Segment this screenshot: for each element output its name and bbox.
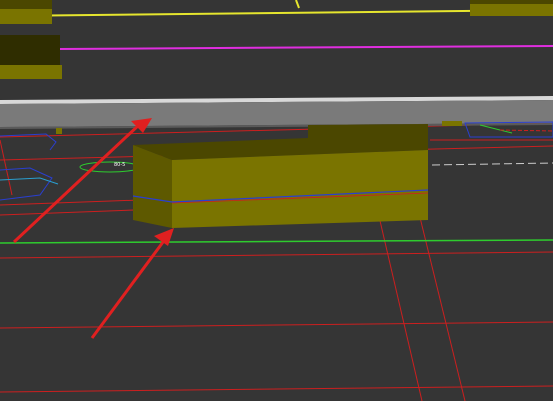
annotation-arrow-2	[90, 228, 174, 339]
barrier-wall[interactable]	[0, 96, 553, 129]
vehicle-box-topleft-1[interactable]	[0, 0, 52, 24]
lane-line-yellow-tick	[295, 0, 300, 9]
lane-line-green	[0, 239, 553, 244]
lane-line-magenta	[57, 45, 553, 50]
3d-viewport[interactable]: 80-5	[0, 0, 553, 401]
vehicle-box-topleft-2[interactable]	[0, 35, 62, 79]
outline-object-right	[431, 121, 553, 166]
object-tag-label: 80-5	[114, 162, 125, 168]
scene-canvas[interactable]: 80-5	[0, 0, 553, 401]
vehicle-box-main[interactable]	[132, 124, 429, 228]
vehicle-box-topright[interactable]	[470, 0, 553, 16]
